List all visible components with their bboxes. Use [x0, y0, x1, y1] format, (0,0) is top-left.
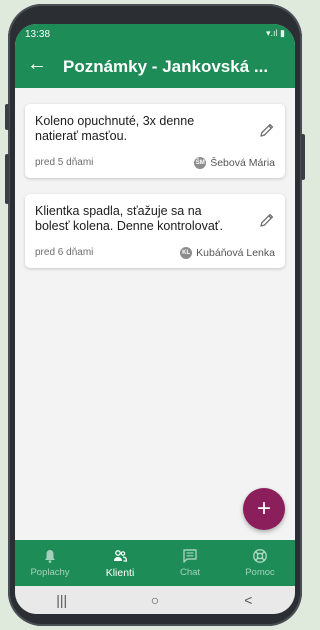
- note-text: Koleno opuchnuté, 3x denne natierať masť…: [35, 114, 195, 143]
- nav-label: Poplachy: [30, 567, 70, 578]
- note-author: ŠM Šebová Mária: [194, 157, 275, 169]
- chat-icon: [183, 549, 197, 563]
- edit-pencil-icon[interactable]: [259, 212, 275, 228]
- volume-down-button: [5, 154, 9, 204]
- nav-item-poplachy[interactable]: Poplachy: [15, 540, 85, 586]
- author-name: Kubáňová Lenka: [196, 247, 275, 259]
- note-author: KL Kubáňová Lenka: [180, 247, 275, 259]
- lifebuoy-icon: [253, 549, 267, 563]
- add-note-button[interactable]: +: [243, 488, 285, 530]
- status-bar: 13:38 ▾.ıl ▮: [15, 24, 295, 46]
- nav-item-pomoc[interactable]: Pomoc: [225, 540, 295, 586]
- power-button: [301, 134, 305, 180]
- status-time: 13:38: [25, 29, 51, 40]
- system-navigation-bar: ||| ○ <: [15, 586, 295, 614]
- author-name: Šebová Mária: [210, 157, 275, 169]
- back-arrow-icon[interactable]: ←: [27, 54, 47, 74]
- note-date: pred 6 dňami: [35, 247, 94, 258]
- volume-up-button: [5, 104, 9, 130]
- recents-icon[interactable]: |||: [42, 592, 82, 608]
- nav-item-chat[interactable]: Chat: [155, 540, 225, 586]
- note-text: Klientka spadla, sťažuje sa na bolesť ko…: [35, 204, 223, 233]
- back-icon[interactable]: <: [228, 592, 268, 608]
- nav-label: Klienti: [105, 566, 135, 579]
- nav-label: Chat: [179, 567, 201, 578]
- home-icon[interactable]: ○: [135, 592, 175, 608]
- app-screen: 13:38 ▾.ıl ▮ ← Poznámky - Jankovská ... …: [15, 24, 295, 614]
- people-icon: [114, 549, 128, 562]
- app-bar: ← Poznámky - Jankovská ...: [15, 46, 295, 88]
- edit-pencil-icon[interactable]: [259, 122, 275, 138]
- note-card[interactable]: Klientka spadla, sťažuje sa na bolesť ko…: [25, 194, 285, 268]
- note-date: pred 5 dňami: [35, 157, 94, 168]
- status-icons: ▾.ıl ▮: [266, 28, 285, 38]
- nav-label: Pomoc: [245, 567, 275, 578]
- author-avatar: KL: [180, 247, 193, 259]
- bottom-navigation: Poplachy Klienti Chat Pomoc: [15, 540, 295, 586]
- author-avatar: ŠM: [194, 157, 207, 169]
- nav-item-klienti[interactable]: Klienti: [85, 540, 155, 586]
- note-card[interactable]: Koleno opuchnuté, 3x denne natierať masť…: [25, 104, 285, 178]
- bell-icon: [45, 550, 55, 563]
- page-title: Poznámky - Jankovská ...: [63, 57, 269, 76]
